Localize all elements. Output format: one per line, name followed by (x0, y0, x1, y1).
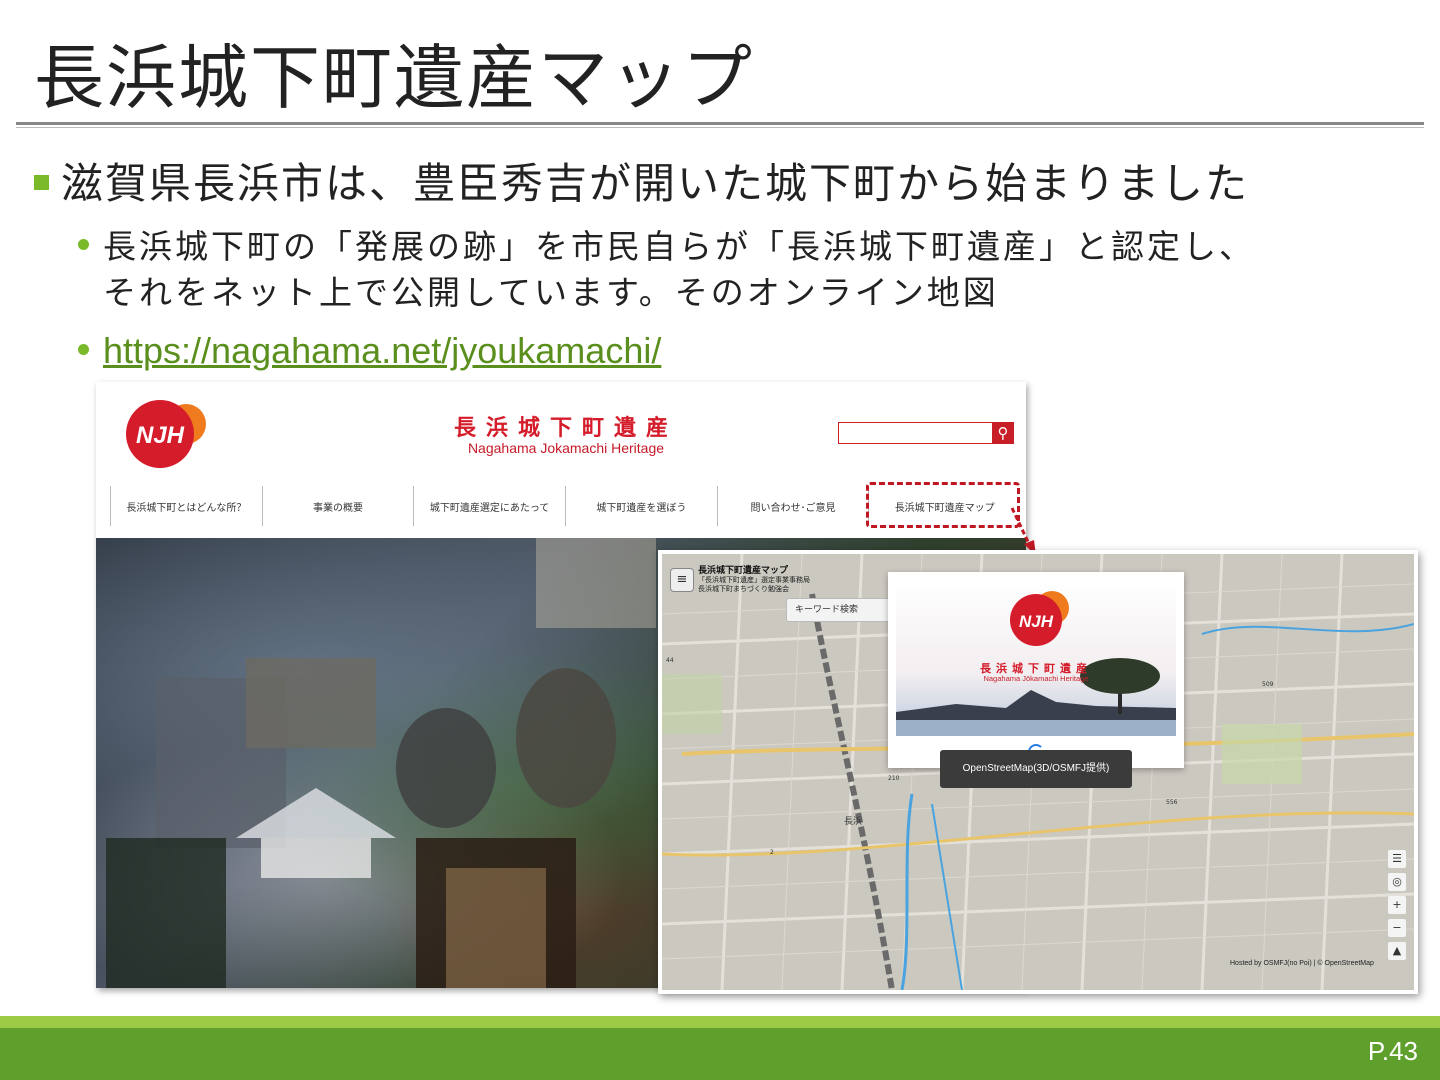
njh-logo: NJH (126, 400, 206, 468)
svg-text:44: 44 (666, 657, 674, 664)
bullet-main: 滋賀県長浜市は、豊臣秀吉が開いた城下町から始まりました (34, 150, 1249, 211)
svg-text:長浜: 長浜 (844, 816, 862, 827)
bullet-sub-1: 長浜城下町の「発展の跡」を市民自らが「長浜城下町遺産」と認定し、 (78, 220, 1255, 268)
map-menu-button[interactable]: ≡ (670, 568, 694, 592)
website-link[interactable]: https://nagahama.net/jyoukamachi/ (103, 330, 661, 371)
map-controls: ☰ ◎ + − ▲ (1388, 850, 1406, 965)
bullet-main-text: 滋賀県長浜市は、豊臣秀吉が開いた城下町から始まりました (61, 159, 1250, 208)
title-divider-thin (16, 127, 1424, 128)
nav-item-about[interactable]: 長浜城下町とはどんな所？ (110, 486, 262, 526)
splash-image: NJH (896, 580, 1176, 736)
compass-icon[interactable]: ▲ (1388, 942, 1406, 960)
osm-3d-button[interactable]: OpenStreetMap(3D/OSMFJ提供) (940, 750, 1132, 788)
zoom-in-button[interactable]: + (1388, 896, 1406, 914)
svg-text:NJH: NJH (136, 422, 185, 449)
map-attribution[interactable]: Hosted by OSMFJ(no Poi) | © OpenStreetMa… (1230, 960, 1410, 967)
svg-text:509: 509 (1262, 681, 1274, 688)
svg-text:2: 2 (770, 849, 774, 856)
zoom-out-button[interactable]: − (1388, 919, 1406, 937)
svg-text:NJH: NJH (1019, 612, 1054, 631)
layers-icon[interactable]: ☰ (1388, 850, 1406, 868)
splash-landscape: NJH (896, 580, 1176, 736)
splash-subtitle: Nagahama Jōkamachi Heritage (983, 674, 1089, 683)
slide-title: 長浜城下町遺産マップ (34, 37, 754, 119)
locate-icon[interactable]: ◎ (1388, 873, 1406, 891)
map-header-org2: 長浜城下町まちづくり勉強会 (698, 585, 789, 593)
nav-highlight-box (866, 482, 1020, 528)
round-bullet-icon (78, 239, 89, 250)
square-bullet-icon (34, 175, 49, 190)
bullet-sub-1-line2: それをネット上で公開しています。そのオンライン地図 (103, 273, 999, 312)
site-search-input[interactable] (838, 422, 994, 444)
svg-text:210: 210 (888, 775, 900, 782)
footer-band-light (0, 1016, 1440, 1028)
map-screenshot: 長浜 509 210 556 2 44 ≡ 長浜城下町遺産マップ 「長浜城下町遺… (658, 550, 1418, 994)
map-splash-dialog: NJH 長浜城下町遺産 Nagahama Jōkamachi Heritage (888, 572, 1184, 768)
footer-band (0, 1028, 1440, 1080)
magnifier-icon[interactable]: ⚲ (992, 422, 1014, 444)
nav-item-overview[interactable]: 事業の概要 (261, 486, 414, 526)
nav-item-contact[interactable]: 問い合わせ･ご意見 (716, 486, 869, 526)
nav-item-selection[interactable]: 城下町遺産選定にあたって (413, 486, 565, 526)
bullet-sub-2: https://nagahama.net/jyoukamachi/ (78, 330, 661, 372)
site-subtitle: Nagahama Jokamachi Heritage (467, 440, 665, 456)
svg-text:556: 556 (1166, 799, 1178, 806)
nav-item-choose[interactable]: 城下町遺産を選ぼう (565, 486, 717, 526)
site-title: 長浜城下町遺産 (453, 416, 678, 441)
page-number: P.43 (1367, 1036, 1418, 1066)
round-bullet-icon (78, 344, 89, 355)
title-divider (16, 122, 1424, 125)
bullet-sub-1-line1: 長浜城下町の「発展の跡」を市民自らが「長浜城下町遺産」と認定し、 (103, 227, 1255, 266)
